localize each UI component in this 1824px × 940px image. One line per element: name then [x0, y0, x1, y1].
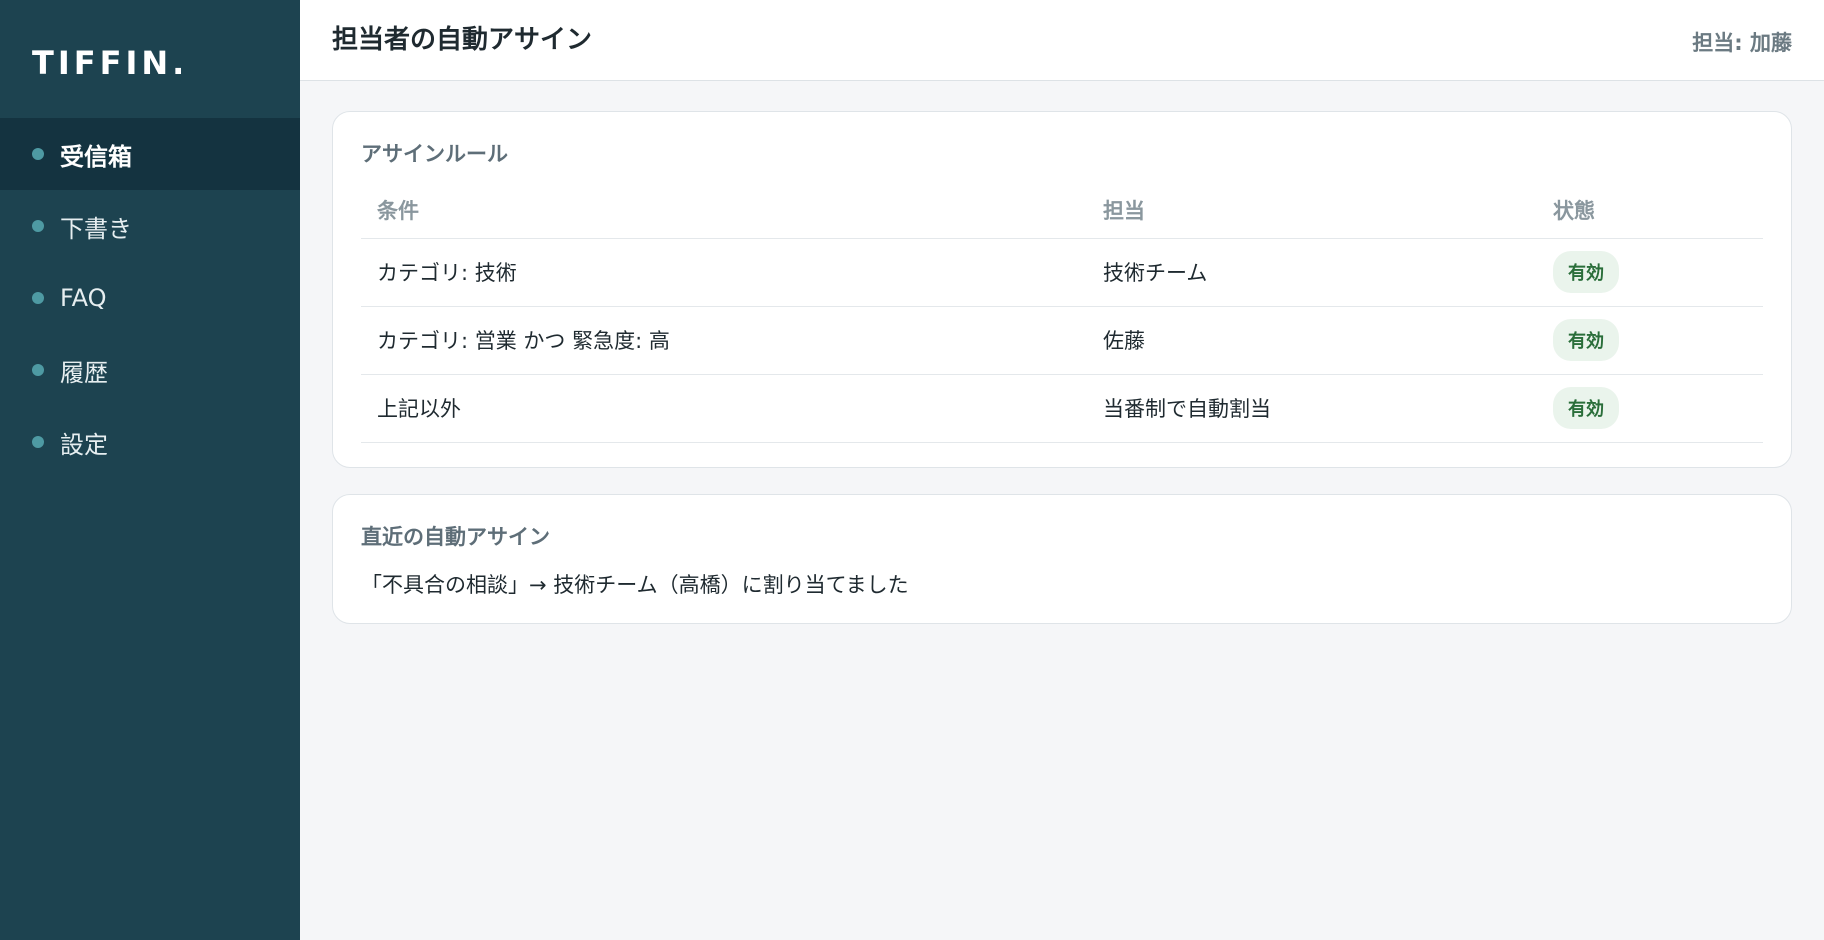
rule-status-cell: 有効	[1537, 374, 1763, 443]
column-header-assignee: 担当	[1087, 182, 1537, 239]
sidebar-item-label: 受信箱	[60, 142, 132, 171]
column-header-status: 状態	[1537, 182, 1763, 239]
page-title: 担当者の自動アサイン	[332, 24, 593, 55]
rule-status-cell: 有効	[1537, 238, 1763, 307]
sidebar-item-label: 履歴	[60, 358, 108, 387]
brand-logo: TIFFIN.	[32, 44, 189, 82]
rules-card: アサインルール 条件 担当 状態 カテゴリ: 技術 技術チーム 有効 カテゴリ:…	[332, 111, 1792, 468]
main-area: 担当者の自動アサイン 担当: 加藤 アサインルール 条件 担当 状態 カテゴリ:…	[300, 0, 1824, 940]
table-header-row: 条件 担当 状態	[361, 182, 1763, 239]
status-badge: 有効	[1553, 251, 1619, 293]
dot-icon	[32, 364, 44, 376]
rule-status-cell: 有効	[1537, 306, 1763, 375]
status-badge: 有効	[1553, 387, 1619, 429]
table-row[interactable]: カテゴリ: 技術 技術チーム 有効	[361, 238, 1763, 307]
current-user-label: 担当: 加藤	[1692, 31, 1792, 55]
rules-table: 条件 担当 状態 カテゴリ: 技術 技術チーム 有効 カテゴリ: 営業 かつ 緊…	[361, 182, 1763, 443]
sidebar-nav: 受信箱 下書き FAQ 履歴 設定	[0, 118, 300, 478]
table-row[interactable]: 上記以外 当番制で自動割当 有効	[361, 374, 1763, 443]
dot-icon	[32, 292, 44, 304]
sidebar-item-label: 下書き	[60, 214, 132, 243]
table-row[interactable]: カテゴリ: 営業 かつ 緊急度: 高 佐藤 有効	[361, 306, 1763, 375]
app-window: TIFFIN. 受信箱 下書き FAQ 履歴 設定 担当者の自動アサイン 担当:…	[0, 0, 1824, 940]
column-header-condition: 条件	[361, 182, 1087, 239]
rule-condition: カテゴリ: 技術	[361, 238, 1087, 307]
rule-assignee: 当番制で自動割当	[1087, 374, 1537, 443]
rules-card-title: アサインルール	[361, 142, 508, 166]
recent-assign-message: 「不具合の相談」→ 技術チーム（高橋）に割り当てました	[361, 572, 909, 597]
sidebar-item-settings[interactable]: 設定	[0, 406, 300, 478]
recent-assign-card: 直近の自動アサイン 「不具合の相談」→ 技術チーム（高橋）に割り当てました	[332, 493, 1792, 624]
sidebar-item-faq[interactable]: FAQ	[0, 262, 300, 334]
sidebar: TIFFIN. 受信箱 下書き FAQ 履歴 設定	[0, 0, 300, 940]
dot-icon	[32, 220, 44, 232]
dot-icon	[32, 148, 44, 160]
dot-icon	[32, 436, 44, 448]
sidebar-item-label: FAQ	[60, 284, 107, 312]
content: アサインルール 条件 担当 状態 カテゴリ: 技術 技術チーム 有効 カテゴリ:…	[300, 81, 1824, 650]
sidebar-item-inbox[interactable]: 受信箱	[0, 118, 300, 190]
sidebar-item-drafts[interactable]: 下書き	[0, 190, 300, 262]
rule-condition: カテゴリ: 営業 かつ 緊急度: 高	[361, 306, 1087, 375]
page-header: 担当者の自動アサイン 担当: 加藤	[300, 0, 1824, 81]
sidebar-item-label: 設定	[60, 430, 108, 459]
status-badge: 有効	[1553, 319, 1619, 361]
sidebar-item-history[interactable]: 履歴	[0, 334, 300, 406]
rule-condition: 上記以外	[361, 374, 1087, 443]
recent-card-title: 直近の自動アサイン	[361, 524, 550, 549]
rule-assignee: 技術チーム	[1087, 238, 1537, 307]
rule-assignee: 佐藤	[1087, 306, 1537, 375]
